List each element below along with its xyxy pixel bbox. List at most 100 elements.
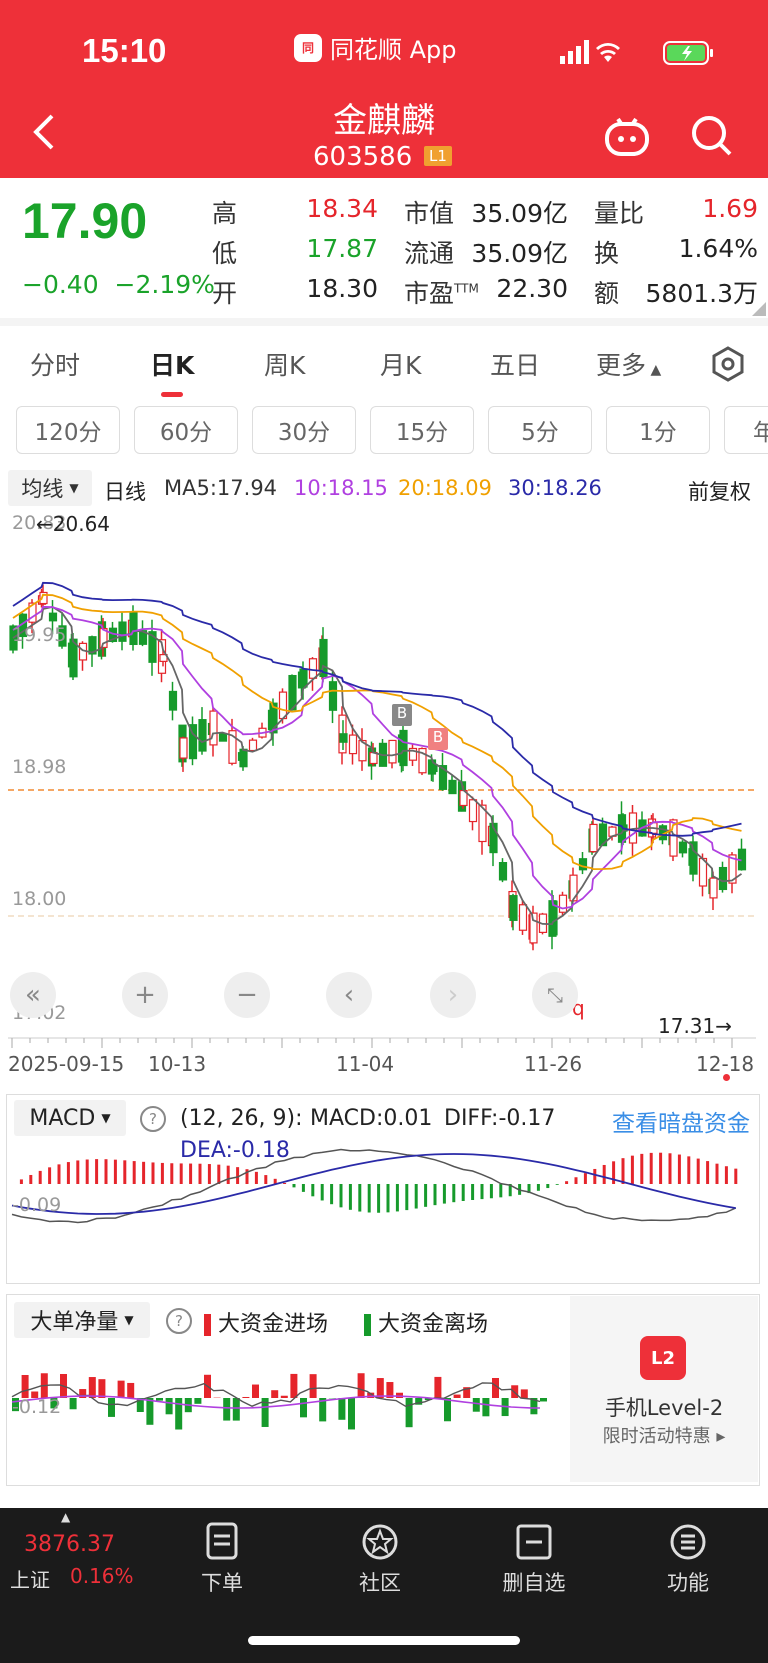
- active-tab-indicator: [161, 392, 183, 397]
- amount-label: 额: [594, 279, 620, 308]
- level2-title: 手机Level-2: [604, 1396, 724, 1420]
- interval-60m[interactable]: 60分: [134, 406, 238, 454]
- legend-out: 大资金离场: [364, 1306, 488, 1338]
- home-indicator[interactable]: [248, 1636, 520, 1645]
- float-label: 流通: [404, 239, 455, 268]
- scroll-right-icon[interactable]: ›: [430, 972, 476, 1018]
- interval-5m[interactable]: 5分: [488, 406, 592, 454]
- dropdown-caret-icon: ▼: [124, 1313, 134, 1327]
- nav-remove-watch[interactable]: 删自选: [484, 1522, 584, 1597]
- interval-1m[interactable]: 1分: [606, 406, 710, 454]
- signal-b-red[interactable]: B: [428, 728, 448, 750]
- nav-functions-label: 功能: [667, 1571, 709, 1595]
- level-badge[interactable]: L1: [424, 146, 452, 166]
- legend-out-label: 大资金离场: [378, 1312, 489, 1337]
- interval-30m[interactable]: 30分: [252, 406, 356, 454]
- interval-15m[interactable]: 15分: [370, 406, 474, 454]
- mktcap-value: 35.09亿: [471, 199, 568, 228]
- tab-weekly-k[interactable]: 周K: [264, 346, 305, 382]
- divider: [0, 318, 768, 326]
- interval-pills: 120分 60分 30分 15分 5分 1分 年: [0, 406, 768, 456]
- amount-value: 5801.3万: [645, 279, 758, 308]
- nav-order[interactable]: 下单: [172, 1522, 272, 1597]
- dark-pool-link[interactable]: 查看暗盘资金: [612, 1104, 750, 1138]
- y-label-4: 18.00: [12, 888, 67, 910]
- scroll-left-icon[interactable]: ‹: [326, 972, 372, 1018]
- volratio-label: 量比: [594, 199, 645, 228]
- ma30-value: 30:18.26: [508, 476, 602, 500]
- adjust-select[interactable]: 前复权: [688, 476, 751, 506]
- pe-value: 22.30: [496, 274, 568, 303]
- level2-icon: L2: [640, 1336, 686, 1380]
- stock-code: 603586: [313, 142, 413, 172]
- pe-ttm-sup: TTM: [454, 281, 479, 296]
- nav-order-label: 下单: [201, 1571, 243, 1595]
- low-value: 17.87: [306, 234, 378, 263]
- level2-sub: 限时活动特惠 ▸: [602, 1426, 726, 1447]
- macd-y-label: -0.09: [12, 1194, 62, 1216]
- nav-community-label: 社区: [359, 1571, 401, 1595]
- mktcap-label: 市值: [404, 199, 455, 228]
- period-tabs: 分时 日K 周K 月K 五日 更多 ▲: [0, 340, 768, 390]
- change-abs: −0.40: [22, 270, 99, 299]
- x-label-1: 10-13: [148, 1052, 207, 1076]
- y-label-2: 19.95: [12, 624, 67, 646]
- ma-select[interactable]: 均线 ▼: [8, 470, 92, 506]
- tab-daily-k[interactable]: 日K: [150, 346, 194, 382]
- settings-hex-icon[interactable]: [710, 346, 746, 382]
- zoom-out-icon[interactable]: −: [224, 972, 270, 1018]
- macd-select[interactable]: MACD ▼: [14, 1100, 126, 1136]
- signal-b-gray[interactable]: B: [392, 704, 412, 726]
- header: 15:10 同 同花顺 App 金麒麟 603586 L1: [0, 0, 768, 178]
- robot-assistant-icon[interactable]: [604, 116, 650, 158]
- stock-name: 金麒麟: [333, 101, 435, 141]
- macd-chart[interactable]: [8, 1134, 760, 1280]
- turnover-value: 1.64%: [678, 234, 758, 263]
- legend-in: 大资金进场: [204, 1306, 328, 1338]
- tab-monthly-k[interactable]: 月K: [380, 346, 421, 382]
- low-label: 低: [212, 239, 238, 268]
- search-icon[interactable]: [690, 114, 734, 158]
- x-label-4: 12-18: [696, 1052, 755, 1076]
- open-label: 开: [212, 279, 238, 308]
- nav-functions[interactable]: 功能: [638, 1522, 738, 1597]
- macd-params: (12, 26, 9):: [180, 1106, 303, 1131]
- fullscreen-icon[interactable]: ⤡: [532, 972, 578, 1018]
- x-label-0: 2025-09-15: [8, 1052, 125, 1076]
- x-label-3: 11-26: [524, 1052, 583, 1076]
- app-name-label: 同花顺 App: [330, 36, 457, 64]
- help-icon[interactable]: ?: [166, 1308, 192, 1334]
- price-change: −0.40 −2.19%: [22, 270, 215, 299]
- remove-watch-icon: [516, 1524, 552, 1560]
- last-price: 17.90: [22, 193, 148, 249]
- pe-label-text: 市盈: [404, 279, 455, 308]
- ma20-value: 20:18.09: [398, 476, 492, 500]
- tab-timeshare[interactable]: 分时: [30, 346, 80, 382]
- nav-community[interactable]: 社区: [330, 1522, 430, 1597]
- interval-120m[interactable]: 120分: [16, 406, 120, 454]
- index-value[interactable]: 3876.37: [24, 1532, 115, 1557]
- big-order-y-label: -0.12: [12, 1396, 62, 1418]
- help-icon[interactable]: ?: [140, 1106, 166, 1132]
- level2-promo[interactable]: L2 手机Level-2 限时活动特惠 ▸: [570, 1296, 758, 1482]
- scroll-left-fast-icon[interactable]: «: [10, 972, 56, 1018]
- interval-year[interactable]: 年: [724, 406, 768, 454]
- kline-chart[interactable]: [0, 508, 768, 1076]
- big-order-select[interactable]: 大单净量 ▼: [14, 1302, 150, 1338]
- community-star-icon: [362, 1524, 398, 1560]
- volratio-value: 1.69: [702, 194, 758, 223]
- tab-more[interactable]: 更多 ▲: [596, 346, 661, 382]
- order-doc-icon: [206, 1522, 238, 1560]
- zoom-in-icon[interactable]: +: [122, 972, 168, 1018]
- big-order-chart[interactable]: [8, 1336, 570, 1482]
- app-logo-icon: 同: [294, 33, 322, 62]
- expand-corner-icon[interactable]: [752, 302, 766, 316]
- x-label-2: 11-04: [336, 1052, 395, 1076]
- ma5-value: MA5:17.94: [164, 476, 278, 500]
- big-order-select-label: 大单净量: [30, 1310, 119, 1335]
- today-dot: [723, 1074, 730, 1081]
- tab-five-day[interactable]: 五日: [490, 346, 540, 382]
- float-value: 35.09亿: [471, 239, 568, 268]
- max-price-marker: ←20.64: [36, 512, 111, 536]
- ma10-value: 10:18.15: [294, 476, 388, 500]
